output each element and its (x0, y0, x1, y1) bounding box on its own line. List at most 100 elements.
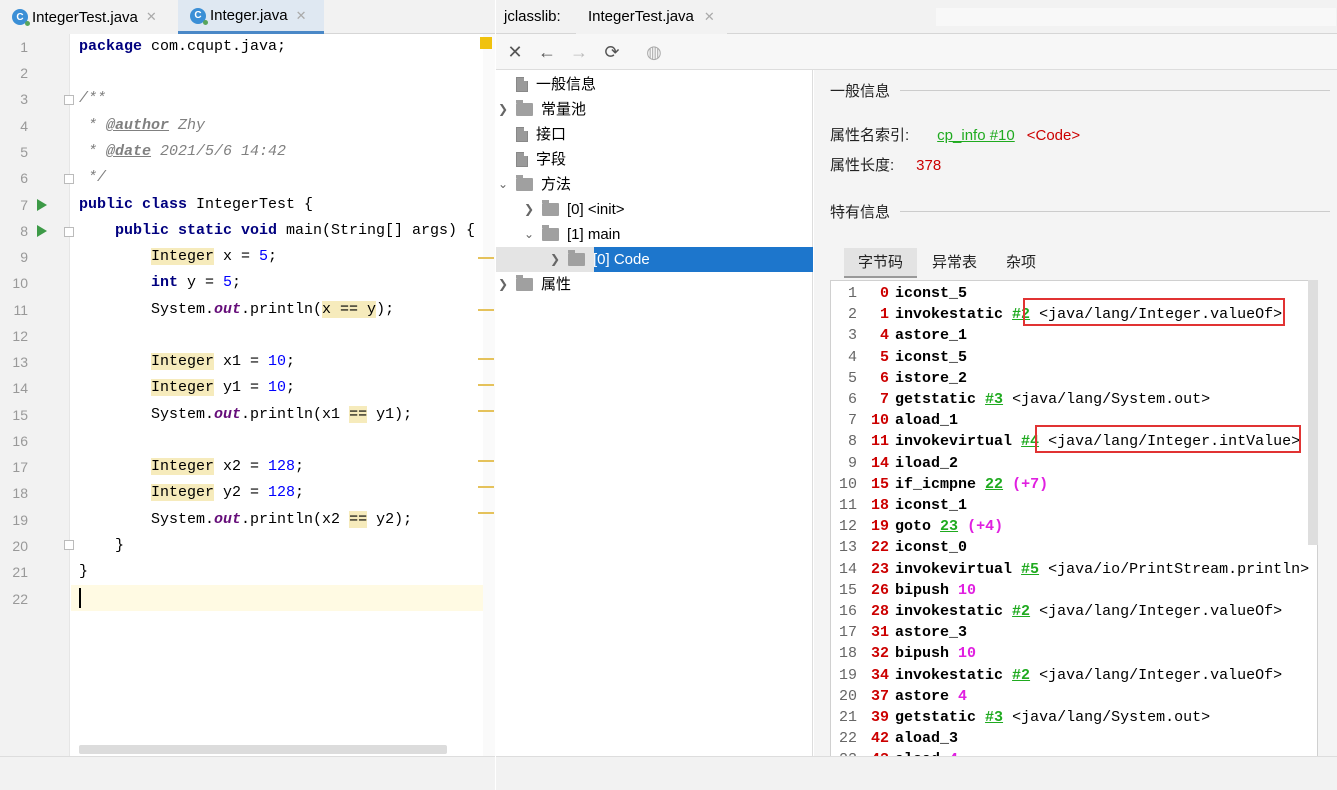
code-line: } (115, 537, 125, 554)
bytecode-opcode: iconst_5 (895, 348, 968, 366)
bytecode-line-number: 6 (847, 391, 857, 408)
close-icon[interactable]: ✕ (503, 40, 527, 64)
bytecode-ref-link[interactable]: #3 (985, 391, 1003, 408)
bytecode-opcode: getstatic (895, 709, 977, 726)
chevron-right-icon[interactable]: ❯ (496, 272, 510, 297)
bytecode-comment: <java/lang/Integer.valueOf> (1039, 603, 1283, 620)
bytecode-scrollbar[interactable] (1308, 280, 1318, 545)
chevron-right-icon[interactable]: ❯ (548, 247, 562, 272)
line-number: 19 (12, 512, 28, 528)
tree-node-constant-pool[interactable]: ❯ 常量池 (496, 97, 586, 122)
line-number: 21 (12, 564, 28, 580)
bytecode-offset: 39 (870, 709, 889, 726)
bytecode-offset: 11 (870, 433, 889, 451)
tab-integertest-java[interactable]: C IntegerTest.java ✕ (0, 0, 178, 34)
text-caret (79, 588, 81, 608)
editor-bottom-bar (0, 756, 495, 790)
bytecode-opcode: bipush (895, 645, 950, 663)
attr-length-label: 属性长度: (830, 157, 895, 174)
cp-info-link[interactable]: cp_info #10 (937, 127, 1015, 144)
code-area[interactable]: package com.cqupt.java; /** * @author Zh… (71, 34, 483, 756)
warning-indicator-icon[interactable] (480, 37, 492, 49)
close-icon[interactable]: ✕ (296, 8, 307, 24)
chevron-down-icon[interactable]: ⌄ (522, 222, 536, 247)
tree-node-methods[interactable]: ⌄ 方法 (496, 172, 571, 197)
attr-name-value: <Code> (1026, 127, 1081, 144)
jclasslib-toolbar: ✕ ← → ⟳ ◍ (496, 34, 1337, 70)
run-main-icon[interactable] (37, 225, 47, 237)
close-icon[interactable]: ✕ (146, 9, 157, 25)
code-line: System.out.println(x1 == y1); (151, 406, 413, 423)
bytecode-offset: 15 (870, 475, 889, 493)
bytecode-ref-link[interactable]: #3 (985, 709, 1003, 726)
marker-stripe[interactable] (478, 257, 494, 259)
attribute-detail-pane: 一般信息 属性名索引: cp_info #10 <Code> 属性长度: 378 特有… (814, 70, 1337, 760)
tree-node-init[interactable]: ❯ [0] <init> (522, 197, 625, 222)
editor-marker-bar[interactable] (483, 34, 495, 756)
bytecode-opcode: invokevirtual (895, 560, 1013, 578)
code-line: Integer y2 = 128; (151, 484, 305, 501)
bytecode-ref-link[interactable]: #2 (1012, 667, 1030, 684)
tab-bytecode[interactable]: 字节码 (844, 248, 918, 278)
bytecode-opcode: invokestatic (895, 666, 1004, 684)
chevron-right-icon[interactable]: ❯ (522, 197, 536, 222)
tab-exception-table[interactable]: 异常表 (918, 248, 991, 278)
back-arrow-icon[interactable]: ← (535, 40, 559, 64)
marker-stripe[interactable] (478, 410, 494, 412)
bytecode-offset: 26 (870, 581, 889, 599)
chevron-down-icon[interactable]: ⌄ (496, 172, 510, 197)
bytecode-offset: 22 (870, 539, 889, 557)
tab-jclasslib-file[interactable]: IntegerTest.java ✕ (576, 0, 727, 34)
attr-name-index-label: 属性名索引: (830, 127, 910, 144)
bytecode-line: 6 7 getstatic #3 <java/lang/System.out> (831, 389, 1210, 410)
tab-misc[interactable]: 杂项 (992, 248, 1050, 278)
tab-integer-java[interactable]: C Integer.java ✕ (178, 0, 324, 34)
bytecode-line-number: 1 (847, 285, 857, 302)
bytecode-line: 21 39 getstatic #3 <java/lang/System.out> (831, 707, 1210, 728)
line-number: 1 (20, 39, 28, 55)
marker-stripe[interactable] (478, 358, 494, 360)
marker-stripe[interactable] (478, 384, 494, 386)
bytecode-offset: 34 (870, 666, 889, 684)
close-icon[interactable]: ✕ (704, 9, 715, 24)
bytecode-line: 19 34 invokestatic #2 <java/lang/Integer.v… (831, 665, 1282, 686)
bytecode-ref-link[interactable]: #2 (1012, 603, 1030, 620)
code-line: */ (79, 169, 107, 186)
marker-stripe[interactable] (478, 460, 494, 462)
tree-node-general[interactable]: 一般信息 (496, 72, 596, 97)
code-line: Integer x1 = 10; (151, 353, 296, 370)
bytecode-listing[interactable]: 1 0 iconst_5 2 1 invokestatic #2 <java/lang/I… (830, 280, 1318, 760)
bytecode-opcode: istore_2 (895, 369, 968, 387)
line-number: 3 (20, 91, 28, 107)
marker-stripe[interactable] (478, 486, 494, 488)
bytecode-line-number: 16 (838, 603, 857, 620)
run-class-icon[interactable] (37, 199, 47, 211)
horizontal-scrollbar[interactable] (79, 745, 447, 754)
bytecode-line-number: 14 (838, 560, 857, 578)
tree-node-attributes[interactable]: ❯ 属性 (496, 272, 571, 297)
chevron-right-icon[interactable]: ❯ (496, 97, 510, 122)
bytecode-offset: 28 (870, 603, 889, 620)
bytecode-ref-link[interactable]: #5 (1021, 561, 1039, 578)
marker-stripe[interactable] (478, 309, 494, 311)
marker-stripe[interactable] (478, 512, 494, 514)
code-line: * @author Zhy (79, 117, 206, 134)
bytecode-offset: 5 (879, 348, 889, 366)
tree-node-fields[interactable]: 字段 (496, 147, 566, 172)
bytecode-ref-link[interactable]: 23 (940, 518, 958, 535)
tree-node-code[interactable]: ❯ [0] Code (548, 247, 650, 272)
refresh-icon[interactable]: ⟳ (600, 40, 624, 64)
bytecode-offset: 4 (879, 327, 889, 345)
bytecode-opcode: invokevirtual (895, 433, 1013, 451)
jclasslib-bottom-bar (496, 756, 1337, 790)
code-line: Integer x2 = 128; (151, 458, 305, 475)
bytecode-opcode: if_icmpne (895, 475, 977, 493)
bytecode-opcode: astore_3 (895, 624, 968, 642)
tree-node-interfaces[interactable]: 接口 (496, 122, 566, 147)
code-line: System.out.println(x == y); (151, 301, 395, 318)
tree-node-main[interactable]: ⌄ [1] main (522, 222, 620, 247)
bytecode-ref-link[interactable]: 22 (985, 476, 1003, 493)
globe-icon[interactable]: ◍ (642, 40, 666, 64)
forward-arrow-icon[interactable]: → (567, 40, 591, 64)
line-number: 5 (20, 144, 28, 160)
